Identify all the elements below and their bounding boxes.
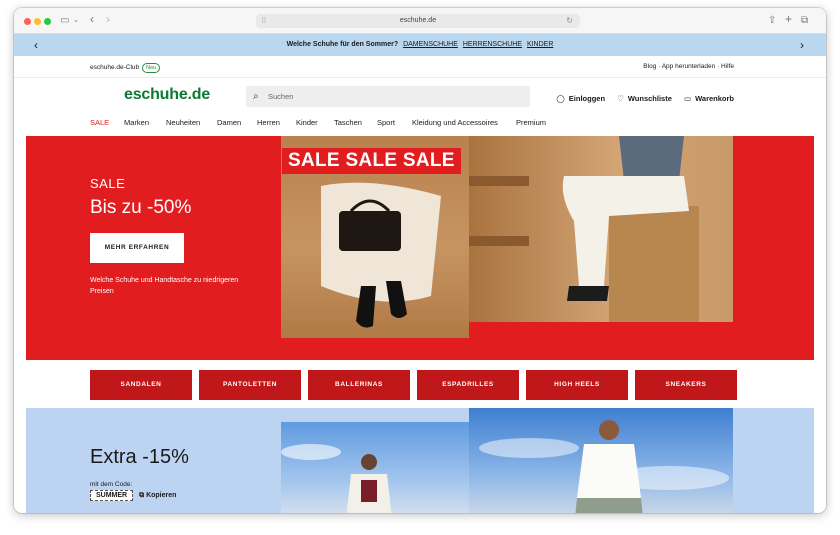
nav-item-kinder[interactable]: Kinder: [296, 118, 318, 127]
user-icon: ◯: [556, 94, 565, 103]
hero-headline: Bis zu -50%: [90, 197, 192, 218]
search-placeholder: Suchen: [268, 92, 294, 101]
login-link[interactable]: ◯ Einloggen: [556, 94, 605, 103]
more-info-button[interactable]: MEHR ERFAHREN: [90, 233, 184, 263]
nav-item-sale[interactable]: SALE: [90, 118, 109, 127]
woman-beach-photo: [281, 444, 392, 513]
wishlist-label: Wunschliste: [627, 94, 672, 103]
nav-item-neuheiten[interactable]: Neuheiten: [166, 118, 200, 127]
category-ballerinas-button[interactable]: BALLERINAS: [308, 370, 410, 400]
sale-hero-banner: SALE Bis zu -50% MEHR ERFAHREN Welche Sc…: [26, 136, 814, 360]
promo-code[interactable]: SUMMER: [90, 490, 134, 501]
category-espadrilles-button[interactable]: ESPADRILLES: [417, 370, 519, 400]
utility-bar: eschuhe.de-Club Neu Blog · App herunterla…: [14, 56, 826, 78]
wishlist-link[interactable]: ♡ Wunschliste: [617, 94, 672, 103]
zoom-window-button[interactable]: [44, 18, 51, 25]
man-beach-photo: [479, 420, 729, 513]
nav-item-marken[interactable]: Marken: [124, 118, 149, 127]
tabs-overview-icon[interactable]: ⧉: [801, 15, 808, 27]
promo-code-block: Extra -15% mit dem Code: SUMMER ⧉ Kopier…: [90, 446, 189, 501]
header-actions: ◯ Einloggen ♡ Wunschliste ▭ Warenkorb: [546, 94, 734, 103]
promo-code-label: mit dem Code:: [90, 481, 133, 488]
man-photo: [469, 136, 699, 322]
nav-item-taschen[interactable]: Taschen: [334, 118, 362, 127]
promo-bar: ‹ Welche Schuhe für den Sommer? DAMENSCH…: [14, 34, 826, 56]
copy-icon: ⧉: [139, 491, 145, 499]
back-icon[interactable]: ‹: [90, 13, 94, 25]
club-link[interactable]: eschuhe.de-Club Neu: [90, 63, 161, 73]
forward-icon[interactable]: ›: [106, 13, 110, 25]
share-icon[interactable]: ⇪: [768, 15, 776, 27]
promo-link-damen[interactable]: DAMENSCHUHE: [403, 41, 458, 48]
heart-icon: ♡: [617, 94, 624, 103]
promo-code-row: SUMMER ⧉ Kopieren: [90, 490, 189, 501]
search-input[interactable]: ⌕ Suchen: [246, 86, 530, 107]
nav-item-premium[interactable]: Premium: [516, 118, 546, 127]
promo-next-icon[interactable]: ›: [800, 34, 804, 56]
category-sandalen-button[interactable]: SANDALEN: [90, 370, 192, 400]
copy-label: Kopieren: [146, 491, 177, 499]
search-icon: ⌕: [253, 91, 259, 102]
promo-text: Welche Schuhe für den Sommer?: [286, 41, 399, 48]
browser-window: ▭ ⌄ ‹ › ▯ eschuhe.de ↻ ⇪ + ⧉ ‹ Welche Sc…: [14, 8, 826, 513]
club-label: eschuhe.de-Club: [90, 64, 140, 71]
chevron-down-icon[interactable]: ⌄: [73, 15, 79, 27]
nav-item-sport[interactable]: Sport: [377, 118, 395, 127]
login-label: Einloggen: [568, 94, 606, 103]
utility-links[interactable]: Blog · App herunterladen · Hilfe: [643, 63, 734, 70]
sidebar-icon[interactable]: ▭: [60, 15, 69, 27]
copy-code-button[interactable]: ⧉ Kopieren: [139, 492, 176, 500]
promo-link-kinder[interactable]: KINDER: [527, 41, 553, 48]
sale-overlay-text: SALE SALE SALE: [282, 148, 461, 174]
category-pantoletten-button[interactable]: PANTOLETTEN: [199, 370, 301, 400]
minimize-window-button[interactable]: [34, 18, 41, 25]
category-sneakers-button[interactable]: SNEAKERS: [635, 370, 737, 400]
category-high-heels-button[interactable]: HIGH HEELS: [526, 370, 628, 400]
promo-headline: Extra -15%: [90, 446, 189, 468]
close-window-button[interactable]: [24, 18, 31, 25]
promo-image-woman[interactable]: [281, 422, 469, 513]
promo-link-herren[interactable]: HERRENSCHUHE: [463, 41, 522, 48]
browser-toolbar: ▭ ⌄ ‹ › ▯ eschuhe.de ↻ ⇪ + ⧉: [14, 8, 826, 34]
new-badge: Neu: [142, 63, 161, 73]
nav-item-kleidung[interactable]: Kleidung und Accessoires: [412, 118, 498, 127]
nav-item-herren[interactable]: Herren: [257, 118, 280, 127]
main-nav: SALE Marken Neuheiten Damen Herren Kinde…: [14, 112, 826, 136]
cart-icon: ▭: [684, 94, 692, 103]
page-icon: ▯: [262, 17, 266, 24]
hero-text: SALE Bis zu -50% MEHR ERFAHREN Welche Sc…: [90, 176, 260, 297]
site-logo[interactable]: eschuhe.de: [124, 86, 210, 104]
cart-label: Warenkorb: [695, 94, 734, 103]
cart-link[interactable]: ▭ Warenkorb: [684, 94, 734, 103]
promo-image-man[interactable]: [469, 408, 733, 513]
hero-kicker: SALE: [90, 176, 126, 191]
hero-subtext: Welche Schuhe und Handtasche zu niedrige…: [90, 277, 239, 295]
category-buttons: SANDALEN PANTOLETTEN BALLERINAS ESPADRIL…: [14, 360, 826, 408]
url-text: eschuhe.de: [399, 17, 437, 24]
nav-item-damen[interactable]: Damen: [217, 118, 241, 127]
promo-prev-icon[interactable]: ‹: [34, 34, 38, 56]
site-header: eschuhe.de ⌕ Suchen ◯ Einloggen ♡ Wunschli…: [14, 78, 826, 112]
hero-image-man[interactable]: [469, 136, 733, 322]
reload-icon[interactable]: ↻: [566, 14, 573, 28]
extra-discount-banner: Extra -15% mit dem Code: SUMMER ⧉ Kopier…: [26, 408, 814, 513]
new-tab-icon[interactable]: +: [785, 13, 792, 25]
address-bar[interactable]: ▯ eschuhe.de ↻: [256, 14, 580, 28]
